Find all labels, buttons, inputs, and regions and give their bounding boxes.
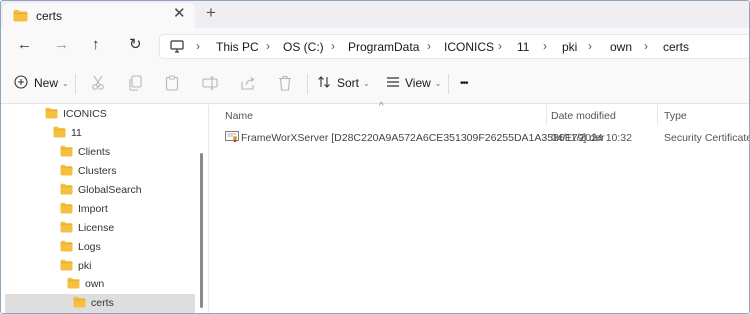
- computer-icon[interactable]: [170, 40, 184, 56]
- breadcrumb-separator[interactable]: ›: [498, 39, 502, 53]
- toolbar-divider: [75, 74, 76, 94]
- sort-button[interactable]: Sort ⌄: [337, 76, 370, 90]
- column-header-type[interactable]: Type: [664, 110, 687, 122]
- breadcrumb-separator[interactable]: ›: [196, 39, 200, 53]
- folder-icon: [67, 277, 80, 292]
- new-button[interactable]: New ⌄: [34, 76, 69, 90]
- tree-item-label: License: [78, 222, 115, 234]
- paste-icon[interactable]: [165, 75, 179, 94]
- tree-item-label: pki: [78, 260, 92, 272]
- breadcrumb-separator[interactable]: ›: [266, 39, 270, 53]
- tree-item-pki[interactable]: pki: [1, 257, 196, 276]
- column-divider[interactable]: [657, 105, 658, 125]
- breadcrumb-own[interactable]: own: [610, 40, 632, 54]
- folder-icon: [53, 126, 66, 141]
- chevron-down-icon: ⌄: [62, 79, 69, 88]
- tree-item-own[interactable]: own: [1, 275, 196, 294]
- folder-icon: [73, 296, 86, 311]
- breadcrumb-pki[interactable]: pki: [562, 40, 577, 54]
- delete-icon[interactable]: [278, 75, 292, 94]
- up-icon[interactable]: ↑: [92, 37, 100, 53]
- folder-icon: [60, 240, 73, 255]
- column-divider[interactable]: [546, 105, 547, 125]
- tree-item-logs[interactable]: Logs: [1, 238, 196, 257]
- view-label: View: [405, 76, 431, 90]
- tree-item-label: Import: [78, 203, 108, 215]
- tree-item-label: GlobalSearch: [78, 184, 142, 196]
- folder-icon: [60, 259, 73, 274]
- copy-icon[interactable]: [128, 75, 142, 94]
- tree-item-label: certs: [91, 297, 114, 309]
- breadcrumb-separator[interactable]: ›: [588, 39, 592, 53]
- tree-item-certs[interactable]: certs: [5, 294, 195, 313]
- tree-item-label: own: [85, 278, 105, 290]
- chevron-down-icon: ⌄: [363, 79, 370, 88]
- view-button[interactable]: View ⌄: [405, 76, 442, 90]
- tree-item-label: Clients: [78, 146, 111, 158]
- toolbar-divider: [448, 74, 449, 94]
- command-bar: New ⌄ Sort ⌄ View ⌄ •••: [1, 64, 749, 104]
- new-plus-icon[interactable]: [14, 75, 28, 92]
- chevron-down-icon: ⌄: [434, 79, 442, 88]
- folder-icon: [60, 202, 73, 217]
- file-date-modified: 04/11/2024 10:32: [551, 132, 632, 144]
- tree-item-label: ICONICS: [63, 108, 107, 120]
- folder-icon: [60, 145, 73, 160]
- breadcrumb-separator[interactable]: ›: [644, 39, 648, 53]
- tree-item-clients[interactable]: Clients: [1, 143, 196, 162]
- file-explorer-window: certs ✕ + ← → ↑ ↻ › This PC › OS (C:) › …: [0, 0, 750, 314]
- file-row[interactable]: FrameWorXServer [D28C220A9A572A6CE351309…: [221, 128, 750, 148]
- tree-item-label: Logs: [78, 241, 101, 253]
- tree-item-clusters[interactable]: Clusters: [1, 162, 196, 181]
- tree-item-11[interactable]: 11: [1, 124, 196, 143]
- tree-item-label: Clusters: [78, 165, 117, 177]
- breadcrumb-separator[interactable]: ›: [427, 39, 431, 53]
- sort-label: Sort: [337, 76, 360, 90]
- cut-icon[interactable]: [91, 75, 105, 94]
- tree-item-label: 11: [71, 127, 82, 139]
- folder-icon: [13, 9, 28, 25]
- share-icon[interactable]: [240, 75, 256, 94]
- file-list: ^ Name Date modified Type FrameWorXServe…: [209, 101, 750, 313]
- back-icon[interactable]: ←: [17, 37, 32, 53]
- rename-icon[interactable]: [202, 75, 218, 94]
- breadcrumb-os-c[interactable]: OS (C:): [283, 40, 324, 54]
- address-bar[interactable]: › This PC › OS (C:) › ProgramData › ICON…: [159, 34, 749, 59]
- tree-item-iconics[interactable]: ICONICS: [1, 105, 196, 124]
- breadcrumb-iconics[interactable]: ICONICS: [444, 40, 494, 54]
- tab-title: certs: [36, 9, 63, 23]
- folder-icon: [60, 183, 73, 198]
- breadcrumb-programdata[interactable]: ProgramData: [348, 40, 419, 54]
- sort-ascending-icon: ^: [379, 101, 384, 112]
- tab-bar: certs ✕ +: [1, 1, 749, 28]
- breadcrumb-separator[interactable]: ›: [543, 39, 547, 53]
- folder-icon: [45, 107, 58, 122]
- folder-icon: [60, 221, 73, 236]
- navigation-bar: ← → ↑ ↻ › This PC › OS (C:) › ProgramDat…: [1, 28, 749, 64]
- view-icon[interactable]: [386, 75, 400, 92]
- navigation-pane-scrollbar[interactable]: [200, 153, 203, 308]
- breadcrumb-separator[interactable]: ›: [331, 39, 335, 53]
- tab-certs[interactable]: certs ✕: [3, 3, 195, 28]
- breadcrumb-11[interactable]: 11: [517, 40, 529, 54]
- file-name: FrameWorXServer [D28C220A9A572A6CE351309…: [241, 132, 605, 144]
- sort-icon[interactable]: [317, 75, 331, 92]
- toolbar-divider: [307, 74, 308, 94]
- more-options-button[interactable]: •••: [460, 78, 468, 89]
- tree-item-import[interactable]: Import: [1, 200, 196, 219]
- forward-icon[interactable]: →: [54, 37, 69, 53]
- column-header-name[interactable]: Name: [225, 110, 253, 122]
- breadcrumb-certs[interactable]: certs: [663, 40, 689, 54]
- tree-item-license[interactable]: License: [1, 219, 196, 238]
- new-label: New: [34, 76, 59, 90]
- new-tab-button[interactable]: +: [206, 4, 216, 22]
- close-tab-icon[interactable]: ✕: [173, 6, 186, 22]
- refresh-icon[interactable]: ↻: [129, 37, 142, 53]
- certificate-file-icon: [225, 131, 239, 146]
- tree-item-globalsearch[interactable]: GlobalSearch: [1, 181, 196, 200]
- folder-icon: [60, 164, 73, 179]
- file-type: Security Certificate: [664, 132, 750, 144]
- column-header-date-modified[interactable]: Date modified: [551, 110, 616, 122]
- breadcrumb-this-pc[interactable]: This PC: [216, 40, 259, 54]
